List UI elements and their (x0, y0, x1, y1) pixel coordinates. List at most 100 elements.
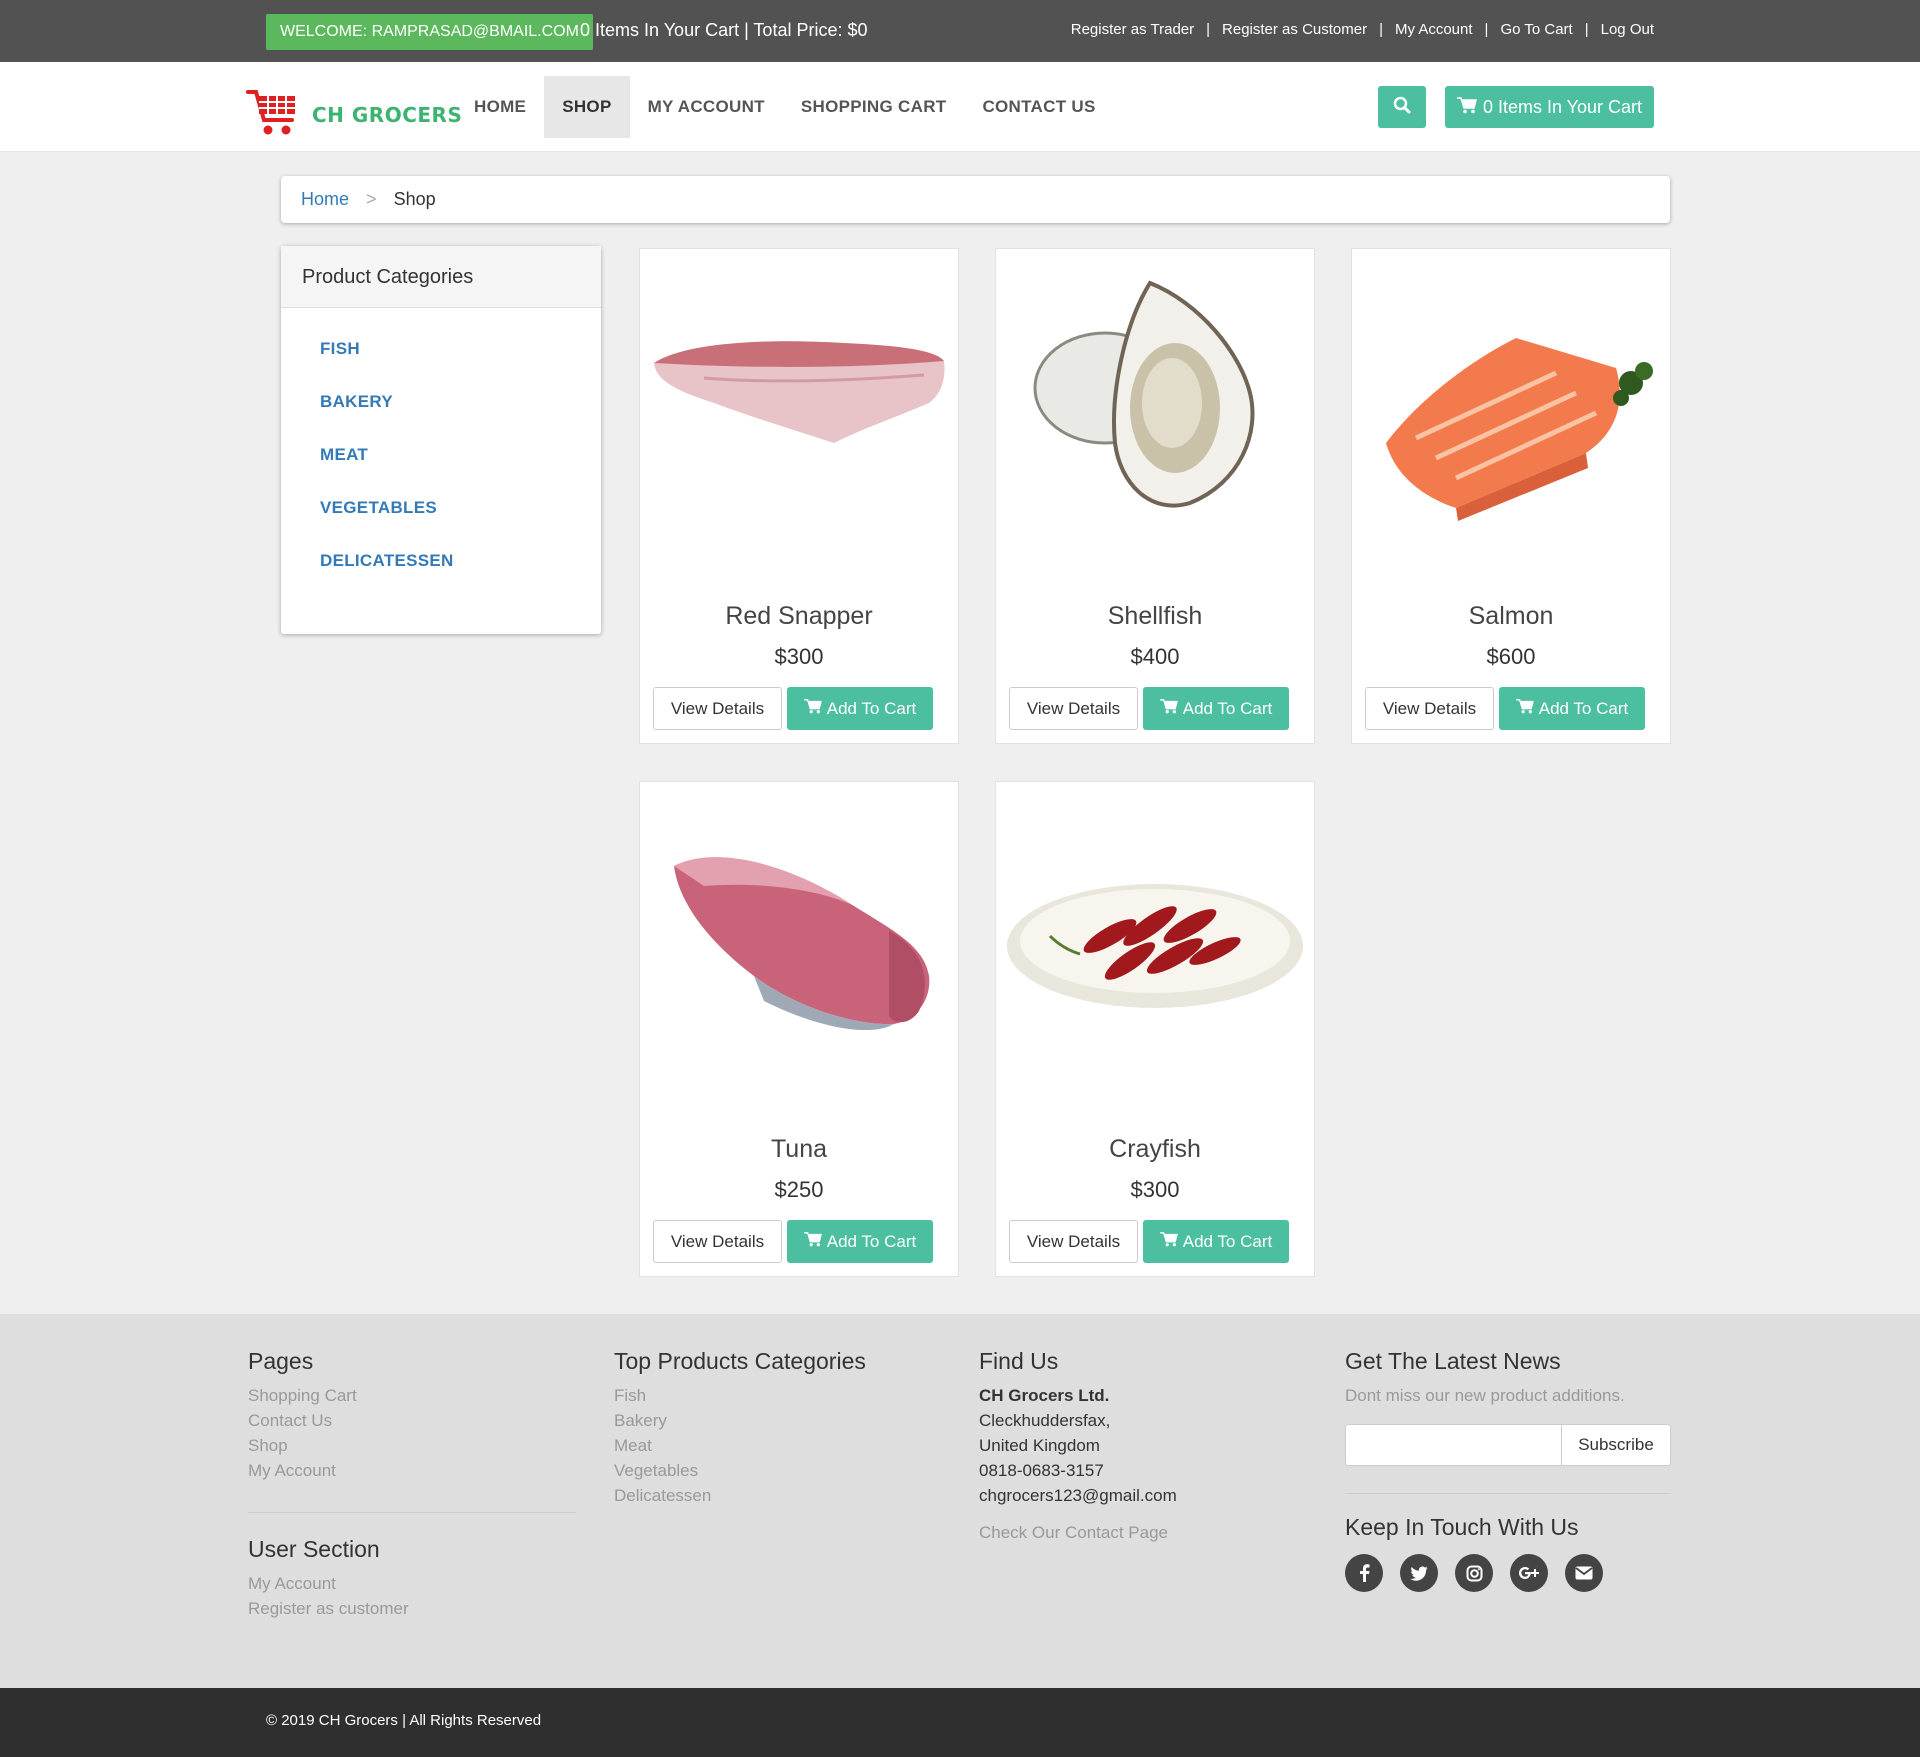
newsletter-email-input[interactable] (1345, 1424, 1562, 1466)
category-vegetables[interactable]: VEGETABLES (320, 497, 601, 550)
footer-pages: Pages Shopping Cart Contact Us Shop My A… (248, 1348, 357, 1483)
contact-page-link[interactable]: Check Our Contact Page (979, 1520, 1177, 1545)
search-icon (1393, 96, 1411, 119)
news-text: Dont miss our new product additions. (1345, 1386, 1625, 1405)
add-to-cart-button[interactable]: Add To Cart (1143, 687, 1289, 730)
product-card: Crayfish $300 View Details Add To Cart (995, 781, 1315, 1277)
view-details-button[interactable]: View Details (1009, 687, 1138, 730)
footer-divider (248, 1512, 576, 1513)
view-details-button[interactable]: View Details (1365, 687, 1494, 730)
phone-number: 0818-0683-3157 (979, 1461, 1104, 1480)
log-out-link[interactable]: Log Out (1601, 20, 1654, 40)
product-card: Red Snapper $300 View Details Add To Car… (639, 248, 959, 744)
view-details-button[interactable]: View Details (653, 687, 782, 730)
address-line: Cleckhuddersfax, (979, 1411, 1111, 1430)
shopping-cart-logo-icon (246, 86, 300, 143)
keep-in-touch-title: Keep In Touch With Us (1345, 1514, 1579, 1540)
separator: | (1484, 21, 1489, 38)
instagram-icon[interactable] (1455, 1554, 1493, 1592)
red-snapper-image[interactable] (644, 253, 954, 563)
breadcrumb-current: Shop (393, 189, 436, 209)
add-to-cart-label: Add To Cart (1182, 698, 1273, 718)
product-name: Salmon (1468, 602, 1554, 630)
category-delicatessen[interactable]: DELICATESSEN (320, 550, 601, 603)
copyright-text: © 2019 CH Grocers | All Rights Reserved (266, 1712, 542, 1729)
footer-find-us-title: Find Us (979, 1348, 1059, 1374)
category-meat[interactable]: MEAT (320, 444, 601, 497)
footer-link[interactable]: Shop (248, 1433, 357, 1458)
footer-user-section: User Section My Account Register as cust… (248, 1536, 409, 1621)
footer-link[interactable]: Fish (614, 1383, 866, 1408)
category-fish[interactable]: FISH (320, 338, 601, 391)
footer-link[interactable]: Bakery (614, 1408, 866, 1433)
sidebar-title: Product Categories (281, 246, 601, 308)
cart-icon (1515, 698, 1539, 719)
product-card: Shellfish $400 View Details Add To Cart (995, 248, 1315, 744)
search-button[interactable] (1378, 86, 1426, 128)
product-price: $250 (774, 1177, 824, 1202)
salmon-image[interactable] (1356, 253, 1666, 563)
footer-categories: Top Products Categories Fish Bakery Meat… (614, 1348, 866, 1508)
footer: Pages Shopping Cart Contact Us Shop My A… (0, 1314, 1920, 1688)
footer-link[interactable]: My Account (248, 1571, 409, 1596)
go-to-cart-link[interactable]: Go To Cart (1500, 20, 1572, 40)
cart-button[interactable]: 0 Items In Your Cart (1445, 86, 1654, 128)
add-to-cart-label: Add To Cart (1182, 1231, 1273, 1251)
twitter-icon[interactable] (1400, 1554, 1438, 1592)
add-to-cart-button[interactable]: Add To Cart (787, 687, 933, 730)
facebook-icon[interactable] (1345, 1554, 1383, 1592)
register-trader-link[interactable]: Register as Trader (1071, 20, 1194, 40)
social-icons (1345, 1554, 1620, 1592)
nav-my-account[interactable]: MY ACCOUNT (630, 76, 783, 138)
nav-home[interactable]: HOME (456, 76, 544, 138)
tuna-image[interactable] (644, 786, 954, 1096)
footer-link[interactable]: Contact Us (248, 1408, 357, 1433)
footer-link[interactable]: Vegetables (614, 1458, 866, 1483)
register-customer-link[interactable]: Register as Customer (1222, 20, 1367, 40)
crayfish-image[interactable] (1000, 786, 1310, 1096)
bottom-bar: © 2019 CH Grocers | All Rights Reserved (0, 1688, 1920, 1757)
separator: | (1206, 21, 1211, 38)
product-name: Tuna (770, 1135, 828, 1163)
brand-name: CH GROCERS (312, 102, 463, 127)
add-to-cart-label: Add To Cart (826, 1231, 917, 1251)
view-details-button[interactable]: View Details (653, 1220, 782, 1263)
nav-shop[interactable]: SHOP (544, 76, 630, 138)
top-links: Register as Trader | Register as Custome… (1071, 20, 1654, 40)
footer-news: Get The Latest News Dont miss our new pr… (1345, 1348, 1625, 1408)
category-bakery[interactable]: BAKERY (320, 391, 601, 444)
brand-logo[interactable]: CH GROCERS (246, 86, 462, 143)
add-to-cart-button[interactable]: Add To Cart (1143, 1220, 1289, 1263)
footer-link[interactable]: Shopping Cart (248, 1383, 357, 1408)
cart-icon (803, 698, 827, 719)
product-price: $400 (1130, 644, 1180, 669)
footer-link[interactable]: Meat (614, 1433, 866, 1458)
cart-icon (1159, 698, 1183, 719)
cart-summary: 0 Items In Your Cart | Total Price: $0 (580, 20, 868, 40)
add-to-cart-label: Add To Cart (826, 698, 917, 718)
footer-pages-title: Pages (248, 1348, 314, 1374)
footer-user-title: User Section (248, 1536, 380, 1562)
footer-link[interactable]: My Account (248, 1458, 357, 1483)
shellfish-image[interactable] (1000, 253, 1310, 563)
nav-shopping-cart[interactable]: SHOPPING CART (783, 76, 965, 138)
top-bar: WELCOME: RAMPRASAD@BMAIL.COM 0 Items In … (0, 0, 1920, 62)
add-to-cart-button[interactable]: Add To Cart (787, 1220, 933, 1263)
envelope-icon[interactable] (1565, 1554, 1603, 1592)
footer-link[interactable]: Delicatessen (614, 1483, 866, 1508)
footer-link[interactable]: Register as customer (248, 1596, 409, 1621)
breadcrumb-home[interactable]: Home (301, 189, 349, 209)
nav-menu: HOME SHOP MY ACCOUNT SHOPPING CART CONTA… (456, 76, 1114, 138)
nav-contact-us[interactable]: CONTACT US (964, 76, 1113, 138)
cart-button-label: 0 Items In Your Cart (1482, 96, 1643, 117)
google-plus-icon[interactable] (1510, 1554, 1548, 1592)
view-details-button[interactable]: View Details (1009, 1220, 1138, 1263)
my-account-link[interactable]: My Account (1395, 20, 1473, 40)
product-name: Crayfish (1109, 1135, 1201, 1163)
add-to-cart-button[interactable]: Add To Cart (1499, 687, 1645, 730)
separator: | (1379, 21, 1383, 38)
footer-categories-title: Top Products Categories (614, 1348, 866, 1374)
cart-icon (1159, 1231, 1183, 1252)
subscribe-button[interactable]: Subscribe (1561, 1424, 1671, 1466)
separator: | (1584, 21, 1589, 38)
